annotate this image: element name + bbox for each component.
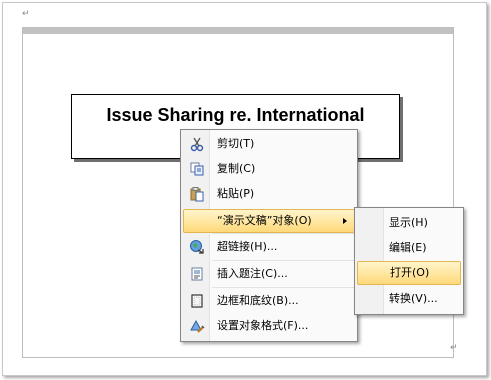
menu-item-hyperlink[interactable]: 超链接(H)... xyxy=(183,236,355,258)
hyperlink-globe-icon xyxy=(189,239,205,255)
caption-icon xyxy=(189,266,205,282)
menu-item-cut[interactable]: 剪切(T) xyxy=(183,133,355,155)
format-object-icon xyxy=(189,318,205,334)
submenu-arrow-icon xyxy=(343,218,347,224)
menu-separator xyxy=(212,287,354,288)
copy-icon xyxy=(189,161,205,177)
menu-item-label: 设置对象格式(F)... xyxy=(217,319,309,332)
menu-item-format-object[interactable]: 设置对象格式(F)... xyxy=(183,315,355,337)
page-top-border xyxy=(23,28,453,34)
submenu-item-label: 转换(V)... xyxy=(389,292,438,305)
menu-item-borders-shading[interactable]: 边框和底纹(B)... xyxy=(183,290,355,312)
menu-item-copy[interactable]: 复制(C) xyxy=(183,158,355,180)
slide-title: Issue Sharing re. International xyxy=(106,105,365,125)
submenu-item-label: 显示(H) xyxy=(389,216,428,229)
paste-icon xyxy=(189,186,205,202)
submenu-item-edit[interactable]: 编辑(E) xyxy=(357,237,461,259)
menu-item-insert-caption[interactable]: 插入题注(C)... xyxy=(183,263,355,285)
menu-item-label: 复制(C) xyxy=(217,162,256,175)
paragraph-mark-bottom: ↵ xyxy=(450,343,458,353)
submenu-item-show[interactable]: 显示(H) xyxy=(357,212,461,234)
menu-item-paste[interactable]: 粘贴(P) xyxy=(183,183,355,205)
submenu-item-convert[interactable]: 转换(V)... xyxy=(357,288,461,310)
scissors-icon xyxy=(189,136,205,152)
submenu-item-label: 编辑(E) xyxy=(389,241,427,254)
menu-item-label: “演示文稿”对象(O) xyxy=(217,214,312,227)
submenu-item-open[interactable]: 打开(O) xyxy=(357,261,461,285)
menu-item-label: 超链接(H)... xyxy=(217,240,278,253)
submenu-item-label: 打开(O) xyxy=(390,266,430,279)
context-menu: 剪切(T) 复制(C) 粘贴(P) “演示文稿”对象(O) 超链接(H)... … xyxy=(180,129,358,342)
menu-separator xyxy=(212,260,354,261)
paragraph-mark-top: ↵ xyxy=(22,9,30,19)
border-icon xyxy=(189,293,205,309)
menu-item-label: 剪切(T) xyxy=(217,137,255,150)
presentation-object-submenu: 显示(H) 编辑(E) 打开(O) 转换(V)... xyxy=(354,207,464,315)
menu-item-label: 粘贴(P) xyxy=(217,187,255,200)
menu-item-label: 插入题注(C)... xyxy=(217,267,288,280)
menu-separator xyxy=(212,233,354,234)
menu-item-presentation-object[interactable]: “演示文稿”对象(O) xyxy=(183,209,355,233)
menu-item-label: 边框和底纹(B)... xyxy=(217,294,299,307)
